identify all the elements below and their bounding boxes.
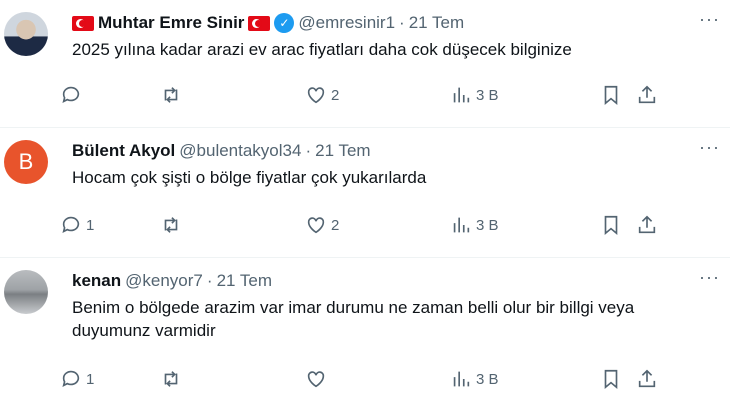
- like-icon: [307, 87, 325, 104]
- author-handle[interactable]: @emresinir1: [298, 12, 395, 34]
- more-options-icon[interactable]: ···: [699, 138, 720, 156]
- reply-icon: [62, 370, 80, 387]
- more-options-icon[interactable]: ···: [699, 268, 720, 286]
- view-count: 3 B: [476, 86, 499, 104]
- retweet-button[interactable]: [160, 84, 305, 106]
- reply-count: 1: [86, 216, 95, 234]
- like-count: 2: [331, 86, 340, 104]
- author-name[interactable]: kenan: [72, 270, 121, 292]
- tweet[interactable]: Muhtar Emre Sinir ✓ @emresinir1 · 21 Tem…: [0, 0, 730, 128]
- reply-icon: [62, 86, 80, 103]
- like-button[interactable]: [305, 368, 450, 390]
- retweet-icon: [164, 217, 178, 233]
- tweet-header: Muhtar Emre Sinir ✓ @emresinir1 · 21 Tem: [72, 12, 714, 34]
- retweet-icon: [164, 87, 178, 103]
- more-options-icon[interactable]: ···: [699, 10, 720, 28]
- tweet[interactable]: B Bülent Akyol @bulentakyol34 · 21 Tem ·…: [0, 128, 730, 258]
- reply-count: 1: [86, 370, 95, 388]
- like-icon: [307, 217, 325, 234]
- author-handle[interactable]: @kenyor7: [125, 270, 203, 292]
- views-button[interactable]: 3 B: [450, 84, 600, 106]
- share-button[interactable]: [636, 368, 666, 390]
- author-name[interactable]: Bülent Akyol: [72, 140, 175, 162]
- like-button[interactable]: 2: [305, 84, 450, 106]
- flag-icon: [248, 15, 271, 31]
- views-icon: [453, 217, 470, 233]
- reply-button[interactable]: 1: [60, 214, 160, 236]
- reply-icon: [62, 216, 80, 233]
- avatar[interactable]: B: [4, 140, 48, 184]
- author-handle[interactable]: @bulentakyol34: [179, 140, 301, 162]
- like-count: 2: [331, 216, 340, 234]
- action-bar: 1 2 3 B: [60, 214, 718, 236]
- tweet-text: 2025 yılına kadar arazi ev arac fiyatlar…: [72, 40, 572, 59]
- retweet-icon: [164, 371, 178, 387]
- tweet-date[interactable]: 21 Tem: [409, 12, 464, 34]
- author-name[interactable]: Muhtar Emre Sinir: [98, 12, 244, 34]
- tweet[interactable]: kenan @kenyor7 · 21 Tem ··· Benim o bölg…: [0, 258, 730, 420]
- tweet-date[interactable]: 21 Tem: [315, 140, 370, 162]
- views-icon: [453, 371, 470, 387]
- reply-button[interactable]: 1: [60, 368, 160, 390]
- like-button[interactable]: 2: [305, 214, 450, 236]
- bookmark-button[interactable]: [600, 368, 636, 390]
- views-button[interactable]: 3 B: [450, 368, 600, 390]
- avatar[interactable]: [4, 270, 48, 314]
- bookmark-icon: [604, 369, 618, 390]
- views-icon: [453, 87, 470, 103]
- view-count: 3 B: [476, 216, 499, 234]
- bookmark-icon: [604, 85, 618, 106]
- bookmark-button[interactable]: [600, 214, 636, 236]
- tweet-header: kenan @kenyor7 · 21 Tem: [72, 270, 714, 292]
- like-icon: [307, 371, 325, 388]
- tweet-header: Bülent Akyol @bulentakyol34 · 21 Tem: [72, 140, 714, 162]
- retweet-button[interactable]: [160, 368, 305, 390]
- view-count: 3 B: [476, 370, 499, 388]
- action-bar: 2 3 B: [60, 84, 718, 106]
- retweet-button[interactable]: [160, 214, 305, 236]
- views-button[interactable]: 3 B: [450, 214, 600, 236]
- tweet-text: Hocam çok şişti o bölge fiyatlar çok yuk…: [72, 168, 427, 187]
- bookmark-icon: [604, 215, 618, 236]
- share-icon: [638, 369, 656, 388]
- flag-icon: [72, 15, 94, 31]
- share-button[interactable]: [636, 84, 666, 106]
- tweet-text: Benim o bölgede arazim var imar durumu n…: [72, 298, 635, 340]
- share-icon: [638, 85, 656, 104]
- bookmark-button[interactable]: [600, 84, 636, 106]
- share-button[interactable]: [636, 214, 666, 236]
- tweet-date[interactable]: 21 Tem: [217, 270, 272, 292]
- action-bar: 1 3 B: [60, 368, 718, 390]
- separator: ·: [399, 13, 405, 32]
- avatar[interactable]: [4, 12, 48, 56]
- separator: ·: [206, 271, 213, 290]
- verified-icon: ✓: [274, 13, 295, 33]
- share-icon: [638, 215, 656, 234]
- reply-button[interactable]: [60, 84, 160, 106]
- separator: ·: [305, 141, 312, 160]
